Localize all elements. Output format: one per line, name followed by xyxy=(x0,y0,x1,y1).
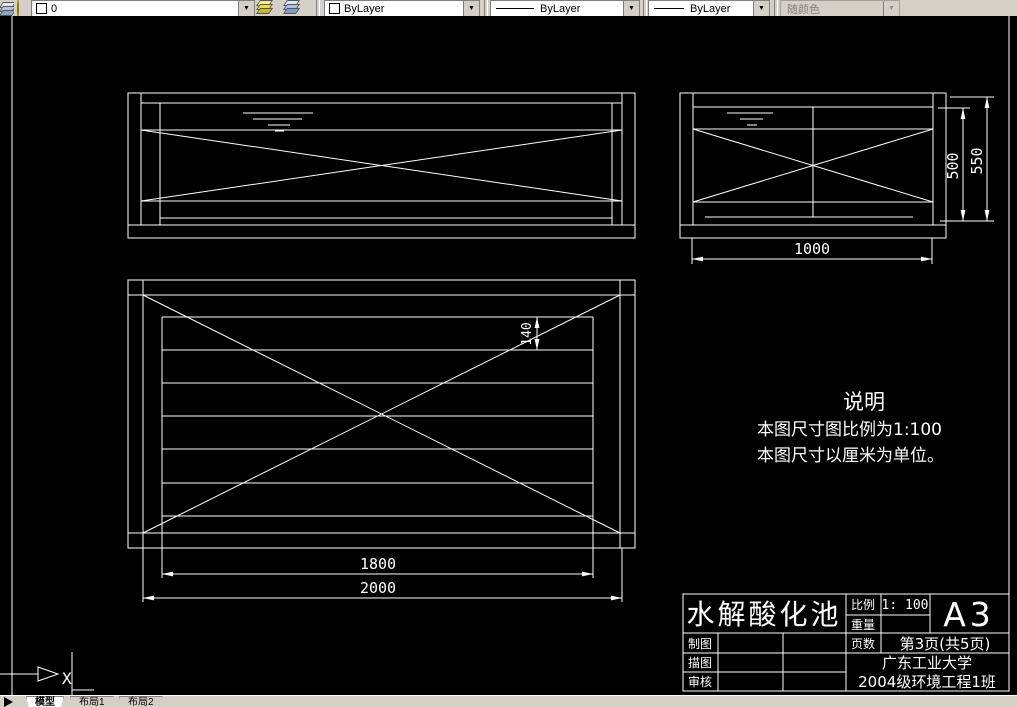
model-space-canvas[interactable]: 1000 500 550 140 1800 2000 说明 本图尺寸图比例为1:… xyxy=(0,16,1017,695)
toolbar-separator xyxy=(643,0,647,16)
dim-text-140: 140 xyxy=(520,322,535,345)
layer-control-combo[interactable]: 0 ▼ xyxy=(31,0,255,16)
water-level-icon xyxy=(727,112,773,126)
tab-layout1-label: 布局1 xyxy=(79,697,105,707)
title-block: 水解酸化池 比例 1: 100 重量 A3 页数 第3页(共5页) 制图 描图 … xyxy=(682,593,1010,692)
layers-properties-toolbar: 0 ▼ ByLayer ▼ ByLayer ▼ ByLayer ▼ 随颜色 ▼ xyxy=(0,0,1017,17)
weight-label: 重量 xyxy=(851,618,875,632)
toolbar-separator xyxy=(316,0,320,16)
chevron-down-icon[interactable]: ▼ xyxy=(753,1,769,16)
bylayer-color-swatch xyxy=(329,3,340,14)
linetype-control-combo[interactable]: ByLayer ▼ xyxy=(490,0,640,16)
ucs-icon: X xyxy=(0,666,72,688)
tab-layout1[interactable]: 布局1 xyxy=(70,696,114,707)
lightbulb-icon xyxy=(17,0,19,16)
school-name: 广东工业大学 xyxy=(882,654,972,672)
tab-model[interactable]: 模型 xyxy=(26,696,64,707)
color-control-combo[interactable]: ByLayer ▼ xyxy=(324,0,480,16)
sheet-size: A3 xyxy=(943,595,995,634)
linetype-control-value: ByLayer xyxy=(540,2,581,15)
notes-line-2: 本图尺寸以厘米为单位。 xyxy=(757,446,944,466)
dimension-140: 140 xyxy=(520,317,540,350)
toolbar-separator xyxy=(484,0,488,16)
tab-scroll-arrow-icon[interactable] xyxy=(4,697,13,707)
lineweight-control-value: ByLayer xyxy=(690,2,731,15)
dim-text-500: 500 xyxy=(944,152,962,179)
layer-previous-button[interactable] xyxy=(282,0,309,15)
make-object-layer-current-button[interactable] xyxy=(255,0,282,15)
dimension-1000: 1000 xyxy=(691,238,933,264)
notes-line-1: 本图尺寸图比例为1:100 xyxy=(757,420,942,440)
water-level-icon xyxy=(243,112,313,132)
checker-label: 审核 xyxy=(688,674,712,689)
pages-label: 页数 xyxy=(851,636,875,651)
tab-layout2[interactable]: 布局2 xyxy=(119,696,163,707)
section-view-cross: 1000 500 550 xyxy=(679,92,994,264)
crosshair-cursor xyxy=(71,652,94,695)
dim-text-1800: 1800 xyxy=(360,555,396,573)
layer-states-button[interactable] xyxy=(14,0,29,16)
drawing-title: 水解酸化池 xyxy=(686,598,841,631)
scale-value: 1: 100 xyxy=(882,598,929,613)
dimension-1800: 1800 xyxy=(162,555,593,577)
layer-properties-manager-button[interactable] xyxy=(0,0,17,16)
tab-layout2-label: 布局2 xyxy=(128,697,154,707)
dim-text-550: 550 xyxy=(968,147,986,174)
section-view-long xyxy=(127,92,636,239)
dim-text-2000: 2000 xyxy=(360,579,396,597)
layer-properties-icon xyxy=(0,0,17,16)
autocad-window: 0 ▼ ByLayer ▼ ByLayer ▼ ByLayer ▼ 随颜色 ▼ … xyxy=(0,0,1017,707)
drafter-label: 制图 xyxy=(688,637,712,651)
linetype-sample xyxy=(496,8,534,9)
layer-color-swatch xyxy=(36,3,47,14)
layout-tab-bar: 模型 布局1 布局2 xyxy=(0,695,1017,707)
scale-label: 比例 xyxy=(851,598,875,612)
chevron-down-icon[interactable]: ▼ xyxy=(238,1,254,16)
make-layer-current-icon xyxy=(255,0,274,14)
layer-previous-icon xyxy=(282,0,301,14)
chevron-down-icon[interactable]: ▼ xyxy=(463,1,479,16)
class-name: 2004级环境工程1班 xyxy=(858,673,996,691)
lineweight-sample xyxy=(654,8,684,9)
chevron-down-icon: ▼ xyxy=(883,1,899,16)
chevron-down-icon[interactable]: ▼ xyxy=(623,1,639,16)
notes-block: 说明 本图尺寸图比例为1:100 本图尺寸以厘米为单位。 xyxy=(757,390,944,466)
toolbar-separator xyxy=(774,0,778,16)
tab-model-label: 模型 xyxy=(35,697,55,707)
ucs-x-axis-label: X xyxy=(62,669,72,688)
current-layer-name: 0 xyxy=(51,2,58,15)
plotstyle-control-value: 随颜色 xyxy=(787,3,820,16)
color-control-value: ByLayer xyxy=(344,2,385,15)
plan-view: 140 1800 2000 xyxy=(127,279,636,602)
lineweight-control-combo[interactable]: ByLayer ▼ xyxy=(648,0,770,16)
pages-value: 第3页(共5页) xyxy=(900,635,991,653)
notes-title: 说明 xyxy=(843,390,885,414)
plotstyle-control-combo: 随颜色 ▼ xyxy=(780,0,900,16)
tracer-label: 描图 xyxy=(688,656,712,670)
dim-text-1000: 1000 xyxy=(794,240,830,258)
